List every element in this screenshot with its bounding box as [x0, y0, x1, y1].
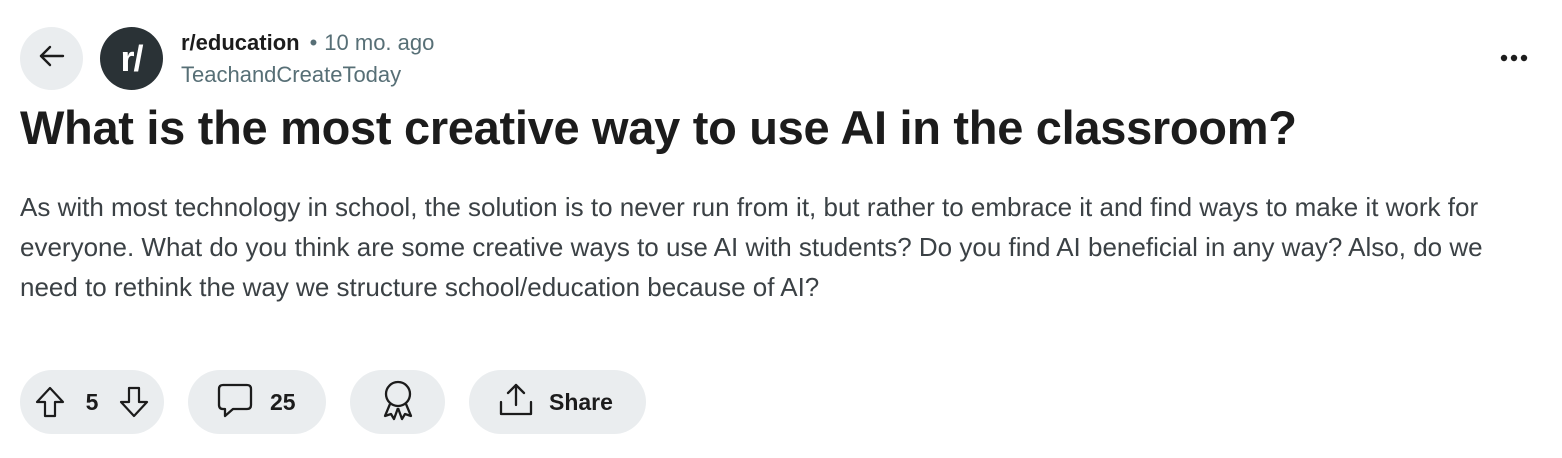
comment-count: 25 [270, 388, 296, 415]
post-body: As with most technology in school, the s… [20, 192, 1483, 302]
award-button[interactable] [350, 370, 445, 434]
share-button[interactable]: Share [469, 370, 646, 434]
downvote-arrow-icon[interactable] [118, 385, 150, 419]
back-button[interactable] [20, 27, 83, 90]
avatar-text: r/ [120, 37, 143, 79]
post-title: What is the most creative way to use AI … [20, 101, 1297, 154]
meta-separator: • [309, 30, 318, 55]
subreddit-avatar[interactable]: r/ [100, 27, 163, 90]
upvote-arrow-icon[interactable] [34, 385, 66, 419]
post-meta: r/education • 10 mo. ago [181, 30, 434, 56]
vote-control: 5 [20, 370, 164, 434]
post-age: 10 mo. ago [324, 30, 435, 55]
share-upload-icon [497, 381, 535, 424]
comments-button[interactable]: 25 [188, 370, 326, 434]
author-link[interactable]: TeachandCreateToday [181, 62, 401, 88]
subreddit-link[interactable]: r/education [181, 30, 300, 56]
comment-bubble-icon [216, 381, 254, 424]
arrow-left-icon [36, 40, 68, 77]
more-options-button[interactable] [1490, 40, 1538, 76]
award-ribbon-icon [378, 379, 418, 426]
post-page: r/ r/education • 10 mo. ago TeachandCrea… [0, 0, 1562, 458]
post-action-bar: 5 25 Share [20, 370, 646, 434]
ellipsis-icon [1500, 49, 1528, 67]
vote-count: 5 [85, 388, 99, 415]
share-label: Share [549, 388, 613, 415]
